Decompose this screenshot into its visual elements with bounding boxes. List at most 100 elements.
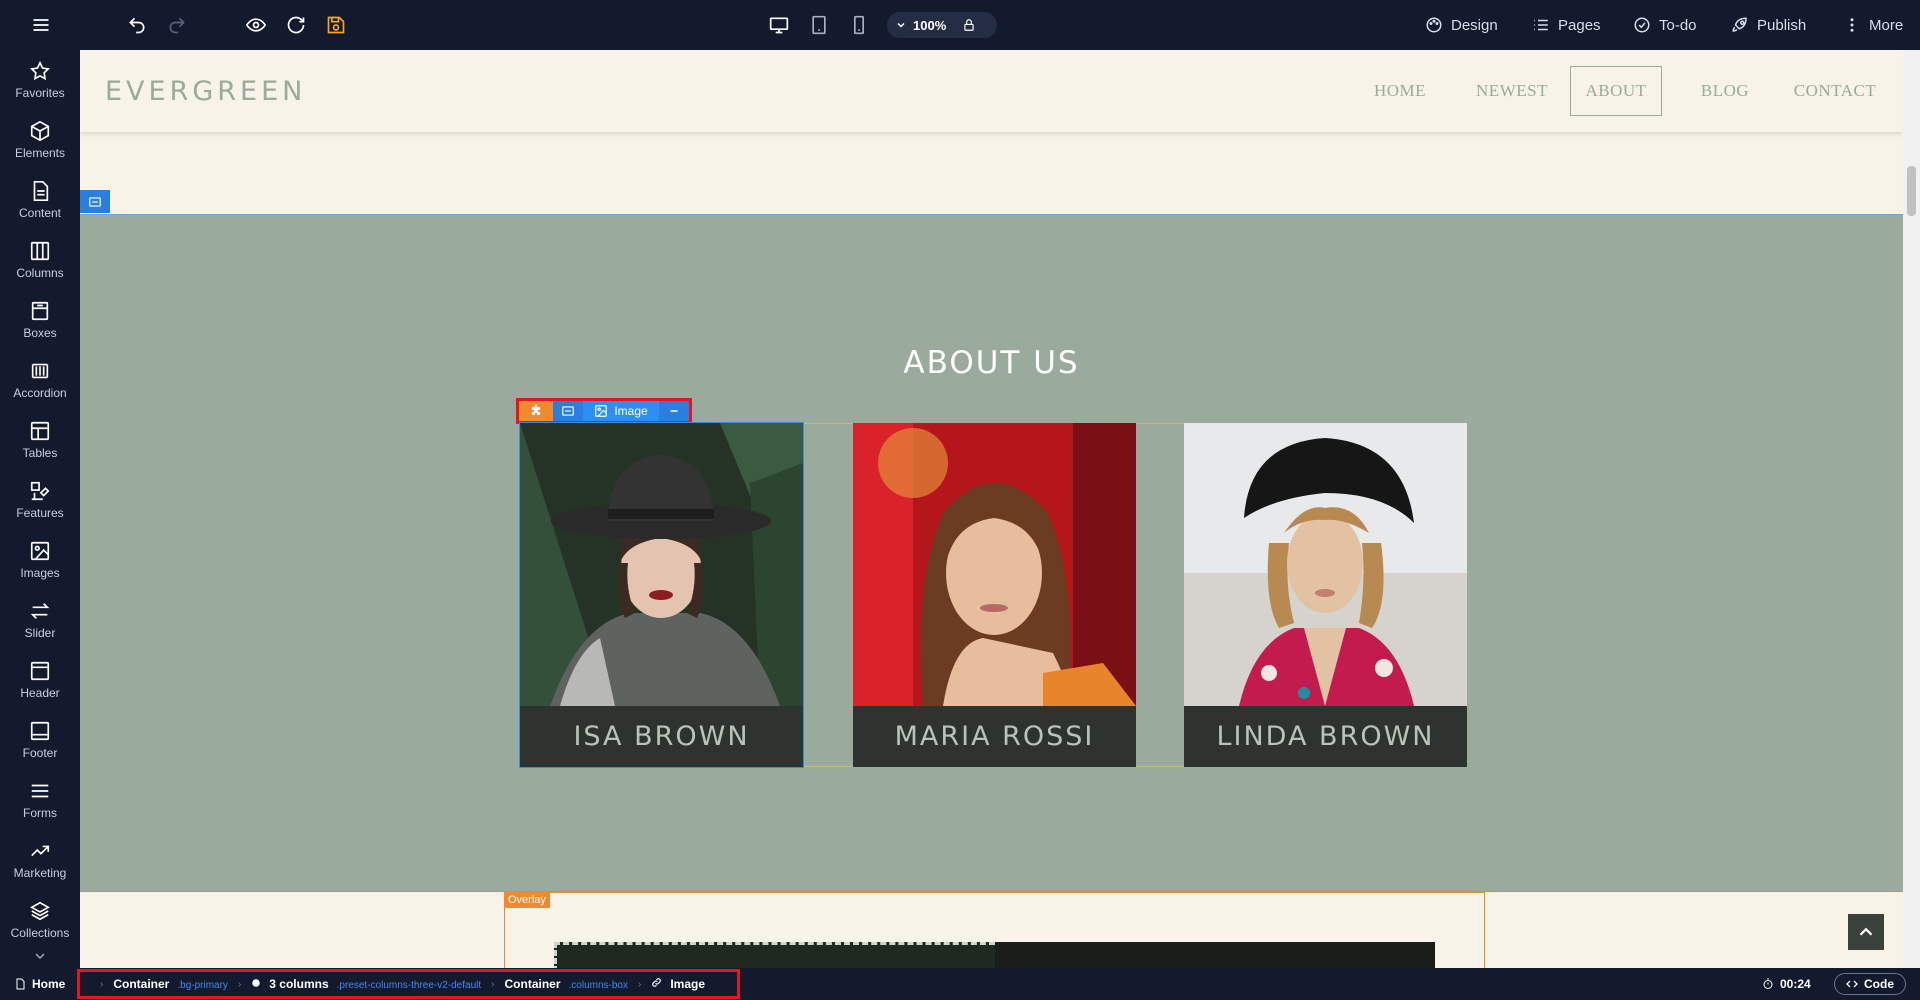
pages-button[interactable]: Pages [1532, 0, 1601, 50]
about-section[interactable]: ABOUT US Image ISA BROWN MARIA ROSSI LIN… [80, 214, 1903, 892]
sidebar-item-elements[interactable]: Elements [0, 110, 80, 170]
desktop-view-icon[interactable] [764, 10, 794, 40]
breadcrumb-item-container[interactable]: Container .bg-primary [113, 977, 228, 991]
sidebar-item-images[interactable]: Images [0, 530, 80, 590]
breadcrumb-item-class: .bg-primary [177, 980, 228, 991]
palette-icon [1426, 17, 1442, 33]
team-name-maria[interactable]: MARIA ROSSI [853, 706, 1136, 767]
breadcrumb-separator-icon: › [637, 978, 642, 990]
sidebar-item-label: Header [20, 686, 60, 700]
sidebar-item-tables[interactable]: Tables [0, 410, 80, 470]
element-toolbar: Image [516, 398, 692, 424]
tablet-view-icon[interactable] [804, 10, 834, 40]
sidebar-item-label: Boxes [23, 326, 57, 340]
zoom-control[interactable]: 100% [887, 12, 997, 38]
more-label: More [1869, 16, 1904, 34]
team-photo-linda[interactable] [1184, 423, 1467, 706]
lower-image-right[interactable] [995, 942, 1435, 968]
preview-eye-icon[interactable] [241, 10, 271, 40]
code-button[interactable]: Code [1834, 973, 1906, 995]
header-icon [30, 661, 50, 681]
code-label: Code [1864, 977, 1894, 991]
sidebar-item-label: Content [18, 206, 62, 220]
overlay-tag[interactable]: Overlay [504, 892, 550, 908]
nav-home[interactable]: HOME [1350, 66, 1450, 116]
breadcrumb-separator-icon: › [237, 978, 242, 990]
accordion-icon [31, 363, 49, 379]
rocket-icon [1732, 17, 1747, 32]
image-element-button[interactable]: Image [583, 401, 659, 421]
breadcrumb-separator-icon: › [491, 978, 495, 990]
container-icon[interactable] [553, 401, 583, 421]
more-vertical-icon [1850, 18, 1854, 32]
chevron-up-icon [1859, 927, 1873, 936]
save-icon[interactable] [321, 10, 351, 40]
team-card-isa[interactable]: ISA BROWN [519, 422, 804, 768]
todo-label: To-do [1659, 16, 1697, 34]
top-toolbar: 100% Design Pages To-do Publish More [0, 0, 1920, 50]
redo-icon[interactable] [162, 10, 192, 40]
list-icon [1534, 19, 1548, 31]
design-button[interactable]: Design [1425, 0, 1498, 50]
editor-canvas[interactable]: EVERGREEN HOME NEWEST ABOUT BLOG CONTACT… [80, 50, 1903, 968]
sidebar-item-label: Marketing [13, 866, 67, 880]
lower-image-left[interactable] [554, 942, 995, 968]
sidebar-item-accordion[interactable]: Accordion [0, 350, 80, 410]
breadcrumb-item-columns-box[interactable]: Container .columns-box [505, 977, 628, 991]
team-name-linda[interactable]: LINDA BROWN [1184, 706, 1467, 767]
refresh-icon[interactable] [281, 10, 311, 40]
sidebar-item-header[interactable]: Header [0, 650, 80, 710]
team-card-maria[interactable]: MARIA ROSSI [853, 423, 1136, 767]
list-icon [31, 784, 49, 798]
sidebar-item-marketing[interactable]: Marketing [0, 830, 80, 890]
collapse-minus-icon[interactable] [659, 401, 689, 421]
breadcrumb-item-label: 3 columns [269, 977, 329, 991]
nav-newest[interactable]: NEWEST [1452, 66, 1572, 116]
hamburger-menu-icon[interactable] [26, 10, 56, 40]
todo-button[interactable]: To-do [1633, 0, 1697, 50]
sidebar-item-collections[interactable]: Collections [0, 890, 80, 950]
sidebar-scroll-down-icon[interactable] [32, 948, 48, 969]
lower-section[interactable]: Overlay [80, 892, 1903, 968]
sidebar-item-forms[interactable]: Forms [0, 770, 80, 830]
design-label: Design [1451, 16, 1498, 34]
breadcrumb-item-image[interactable]: Image [651, 977, 705, 991]
layers-icon [30, 901, 50, 921]
pages-label: Pages [1558, 16, 1601, 34]
site-logo[interactable]: EVERGREEN [105, 76, 306, 107]
sidebar-item-columns[interactable]: Columns [0, 230, 80, 290]
more-button[interactable]: More [1843, 0, 1903, 50]
document-icon [33, 181, 49, 201]
undo-icon[interactable] [122, 10, 152, 40]
scroll-to-top-button[interactable] [1848, 914, 1884, 950]
sidebar-item-boxes[interactable]: Boxes [0, 290, 80, 350]
lock-icon[interactable] [962, 18, 976, 32]
sidebar-item-features[interactable]: Features [0, 470, 80, 530]
team-photo-isa[interactable] [520, 423, 803, 706]
team-card-linda[interactable]: LINDA BROWN [1184, 423, 1467, 767]
sidebar-item-footer[interactable]: Footer [0, 710, 80, 770]
nav-contact[interactable]: CONTACT [1780, 66, 1890, 116]
team-photo-maria[interactable] [853, 423, 1136, 706]
nav-about[interactable]: ABOUT [1570, 66, 1662, 116]
star-icon [29, 60, 51, 81]
check-circle-icon [1634, 17, 1650, 33]
team-name-isa[interactable]: ISA BROWN [520, 706, 803, 767]
scrollbar-thumb[interactable] [1907, 166, 1916, 216]
sidebar-item-label: Tables [22, 446, 58, 460]
site-header[interactable]: EVERGREEN HOME NEWEST ABOUT BLOG CONTACT [80, 50, 1903, 132]
canvas-scrollbar[interactable] [1903, 50, 1920, 968]
puzzle-icon[interactable] [519, 401, 553, 421]
section-handle-icon[interactable] [80, 190, 110, 213]
breadcrumb-item-label: Image [670, 977, 706, 991]
session-timer: 00:24 [1762, 968, 1811, 1000]
publish-button[interactable]: Publish [1731, 0, 1806, 50]
nav-blog[interactable]: BLOG [1680, 66, 1770, 116]
about-title[interactable]: ABOUT US [80, 345, 1903, 381]
sidebar-item-content[interactable]: Content [0, 170, 80, 230]
sidebar-item-favorites[interactable]: Favorites [0, 50, 80, 110]
breadcrumb-item-columns[interactable]: 3 columns .preset-columns-three-v2-defau… [251, 977, 481, 991]
sidebar-item-slider[interactable]: Slider [0, 590, 80, 650]
mobile-view-icon[interactable] [844, 10, 874, 40]
breadcrumb-home[interactable]: Home [14, 968, 65, 1000]
